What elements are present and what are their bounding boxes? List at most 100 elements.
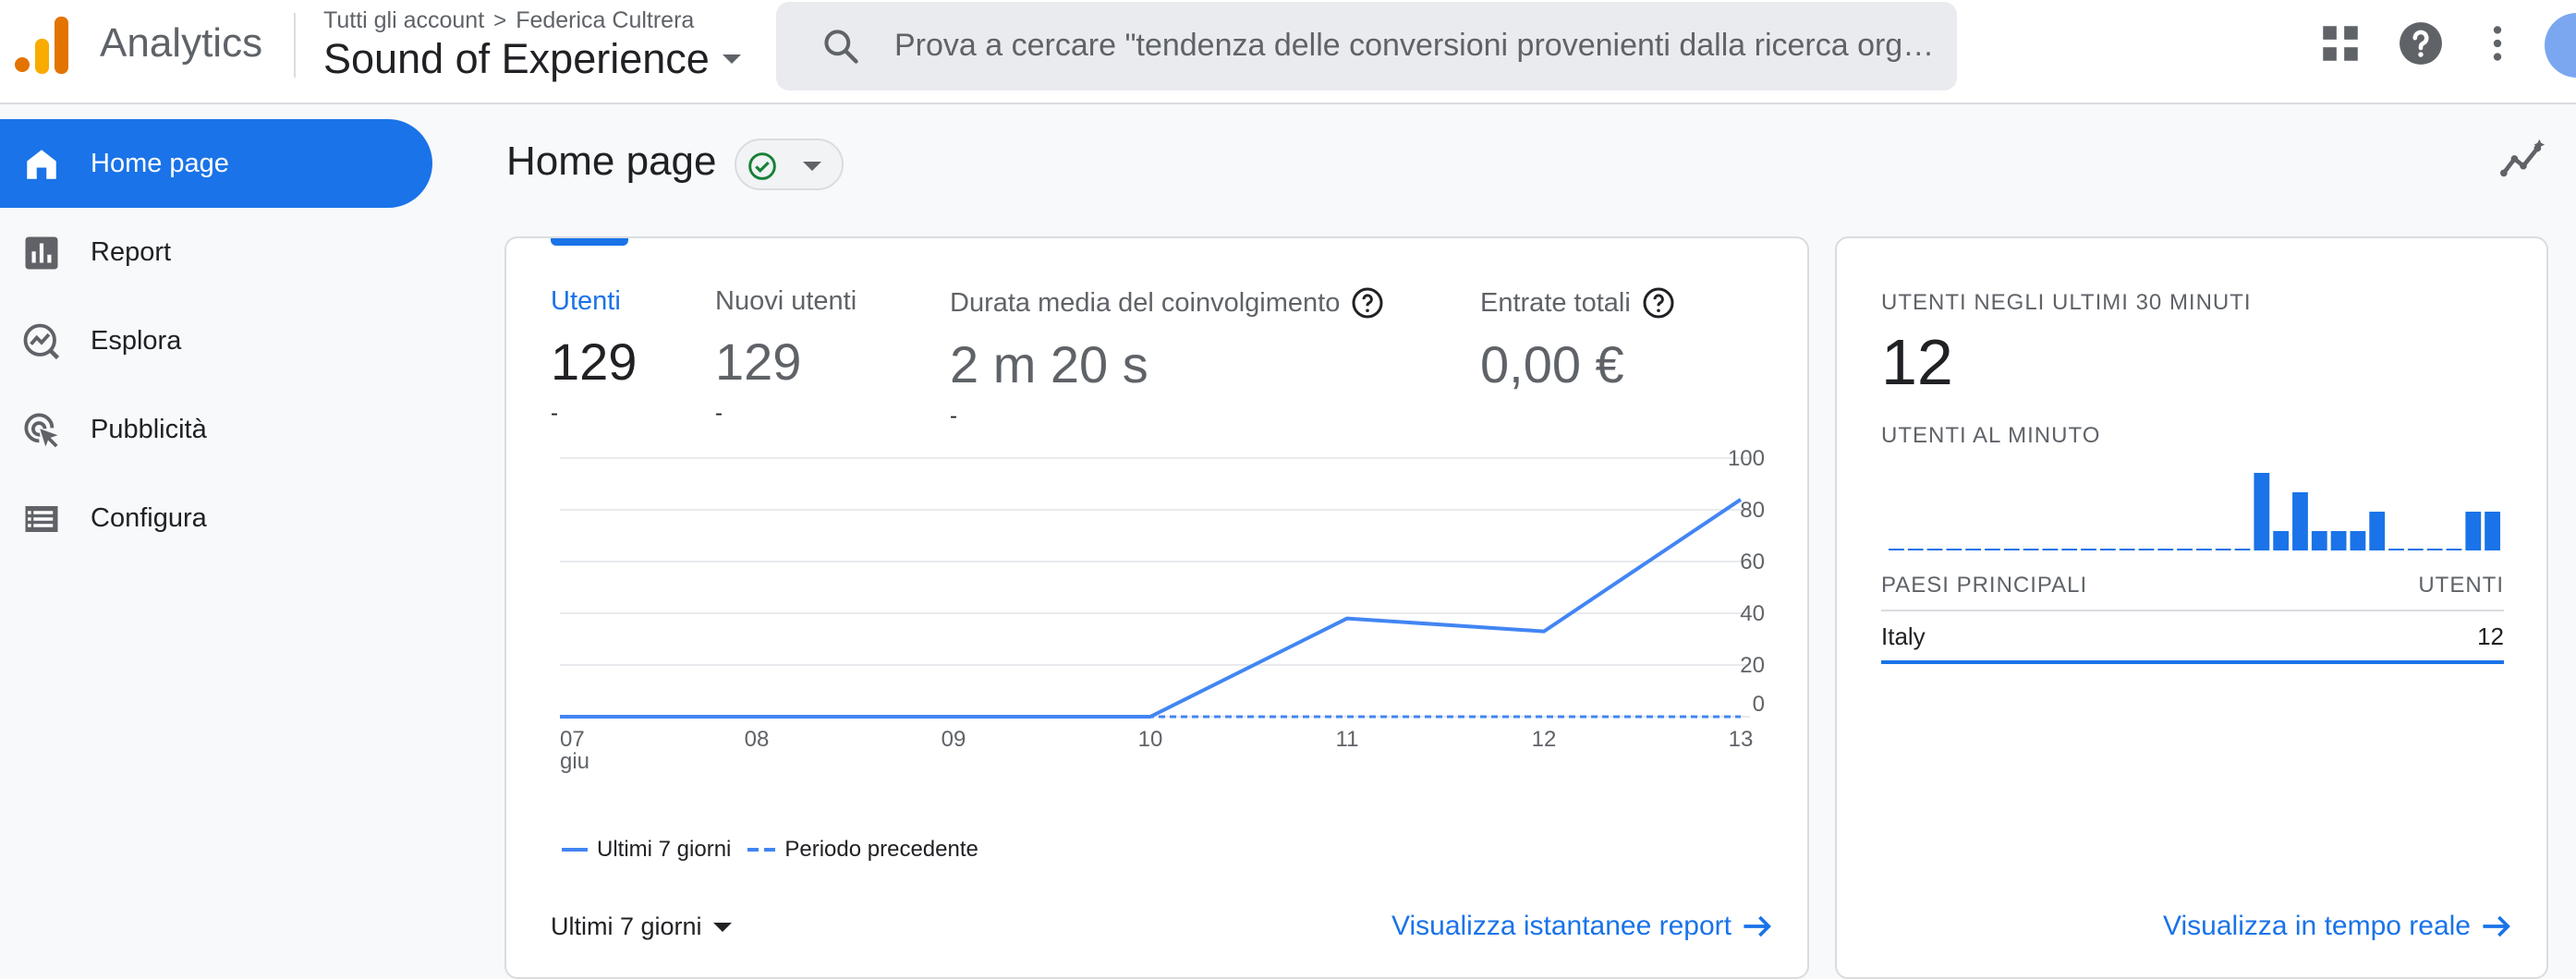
minute-bar xyxy=(2465,512,2482,550)
analytics-logo-icon[interactable] xyxy=(15,17,70,74)
property-selector[interactable]: Sound of Experience xyxy=(323,35,741,83)
minute-bar xyxy=(2426,549,2443,550)
x-tick-sublabel: giu xyxy=(560,749,589,774)
minute-bar xyxy=(2119,549,2135,550)
users-per-minute-bars xyxy=(1889,473,2500,550)
legend-item-previous: Periodo precedente xyxy=(747,837,978,863)
sidebar-item-ads[interactable]: Pubblicità xyxy=(0,385,444,474)
sidebar-item-label: Pubblicità xyxy=(91,414,207,444)
realtime-user-count: 12 xyxy=(1881,326,1953,398)
minute-bar xyxy=(2196,549,2212,550)
minute-bar xyxy=(2215,549,2231,550)
view-realtime-link[interactable]: Visualizza in tempo reale xyxy=(2163,911,2513,942)
metric-value: 129 xyxy=(551,332,638,391)
sidebar-item-configure[interactable]: Configura xyxy=(0,474,444,562)
minute-bar xyxy=(2003,549,2020,550)
caret-down-icon xyxy=(803,162,821,171)
column-header-country: PAESI PRINCIPALI xyxy=(1881,573,2088,598)
sidebar-item-explore[interactable]: Esplora xyxy=(0,296,444,385)
date-range-dropdown[interactable]: Ultimi 7 giorni xyxy=(551,913,732,941)
explore-icon xyxy=(23,323,60,360)
users-line-chart: 0 20 40 60 80 100 07 08 09 10 11 12 13 giu xyxy=(560,446,1765,774)
minute-bar xyxy=(2311,531,2327,550)
caret-down-icon xyxy=(722,54,741,64)
sidebar-item-home[interactable]: Home page xyxy=(0,119,432,208)
more-vert-icon[interactable] xyxy=(2474,20,2521,66)
view-report-snapshot-link[interactable]: Visualizza istantanee report xyxy=(1391,911,1774,942)
app-name: Analytics xyxy=(100,20,263,66)
insights-icon[interactable] xyxy=(2500,139,2546,179)
legend-dashed-swatch xyxy=(747,848,776,852)
breadcrumb-user[interactable]: Federica Cultrera xyxy=(516,7,694,34)
metric-label: Utenti xyxy=(551,286,621,316)
minute-bar xyxy=(2061,549,2078,550)
minute-bar xyxy=(1889,549,1904,550)
minute-bar xyxy=(2157,549,2174,550)
country-users: 12 xyxy=(2477,622,2504,650)
metric-value: 0,00 € xyxy=(1480,335,1624,393)
minute-bar xyxy=(2485,512,2500,550)
top-countries-header: PAESI PRINCIPALI UTENTI xyxy=(1881,573,2504,611)
sidebar-item-label: Esplora xyxy=(91,325,182,356)
selected-tab-indicator xyxy=(551,238,628,246)
caret-down-icon xyxy=(712,922,732,932)
y-tick-label: 80 xyxy=(1740,498,1765,523)
arrow-right-icon xyxy=(1744,915,1771,937)
metric-tab-users[interactable]: Utenti 129 - xyxy=(551,286,637,427)
x-tick-label: 09 xyxy=(942,727,966,752)
page-title: Home page xyxy=(506,139,717,184)
top-bar: Analytics Tutti gli account > Federica C… xyxy=(0,0,2576,104)
metric-delta: - xyxy=(950,404,957,429)
metric-delta: - xyxy=(715,401,723,426)
metric-label: Nuovi utenti xyxy=(715,286,857,316)
sidebar-item-report[interactable]: Report xyxy=(0,208,444,296)
bar-chart-icon xyxy=(25,236,58,270)
home-icon xyxy=(27,150,56,179)
minute-bar xyxy=(2042,549,2059,550)
help-outline-icon[interactable] xyxy=(1642,286,1675,320)
help-icon[interactable] xyxy=(2398,20,2444,66)
header-divider xyxy=(294,13,296,78)
x-tick-label: 10 xyxy=(1138,727,1163,752)
list-icon xyxy=(25,506,58,532)
minute-bar xyxy=(1965,549,1982,550)
link-label: Visualizza in tempo reale xyxy=(2163,911,2471,941)
minute-bar xyxy=(2081,549,2096,550)
property-name: Sound of Experience xyxy=(323,35,710,82)
realtime-title: UTENTI NEGLI ULTIMI 30 MINUTI xyxy=(1881,290,2252,315)
breadcrumb-account[interactable]: Tutti gli account xyxy=(323,7,484,34)
table-row: Italy 12 xyxy=(1881,622,2504,664)
search-bar[interactable]: Prova a cercare "tendenza delle conversi… xyxy=(776,2,1957,91)
minute-bar xyxy=(2369,512,2386,550)
x-tick-label: 08 xyxy=(745,727,770,752)
x-tick-label: 12 xyxy=(1532,727,1557,752)
x-tick-label: 13 xyxy=(1729,727,1754,752)
metric-tab-new-users[interactable]: Nuovi utenti 129 - xyxy=(715,286,857,427)
metric-tab-engagement[interactable]: Durata media del coinvolgimento 2 m 20 s… xyxy=(950,286,1384,429)
apps-icon[interactable] xyxy=(2317,20,2363,66)
search-icon xyxy=(824,30,858,64)
check-circle-icon xyxy=(748,152,776,180)
search-input[interactable]: Prova a cercare "tendenza delle conversi… xyxy=(894,28,1938,64)
per-minute-label: UTENTI AL MINUTO xyxy=(1881,423,2101,448)
legend-label: Ultimi 7 giorni xyxy=(597,837,732,862)
y-tick-label: 40 xyxy=(1740,601,1765,626)
help-outline-icon[interactable] xyxy=(1351,286,1384,320)
minute-bar xyxy=(2099,549,2116,550)
breadcrumb-separator: > xyxy=(493,7,507,33)
minute-bar xyxy=(1985,549,2000,550)
data-status-button[interactable] xyxy=(735,139,844,190)
minute-bar xyxy=(2407,549,2424,550)
current-period-line xyxy=(560,498,1743,719)
avatar[interactable] xyxy=(2545,13,2576,78)
chart-legend: Ultimi 7 giorni Periodo precedente xyxy=(562,837,978,863)
minute-bar xyxy=(2254,473,2270,550)
minute-bar xyxy=(2138,549,2155,550)
minute-bar xyxy=(2177,549,2193,550)
minute-bar xyxy=(2330,531,2347,550)
breadcrumb[interactable]: Tutti gli account > Federica Cultrera xyxy=(323,7,694,34)
metric-value: 129 xyxy=(715,332,802,391)
metric-tab-revenue[interactable]: Entrate totali 0,00 € xyxy=(1480,286,1675,394)
overview-card: Utenti 129 - Nuovi utenti 129 - Durata m… xyxy=(504,236,1809,979)
minute-bar xyxy=(1946,549,1962,550)
